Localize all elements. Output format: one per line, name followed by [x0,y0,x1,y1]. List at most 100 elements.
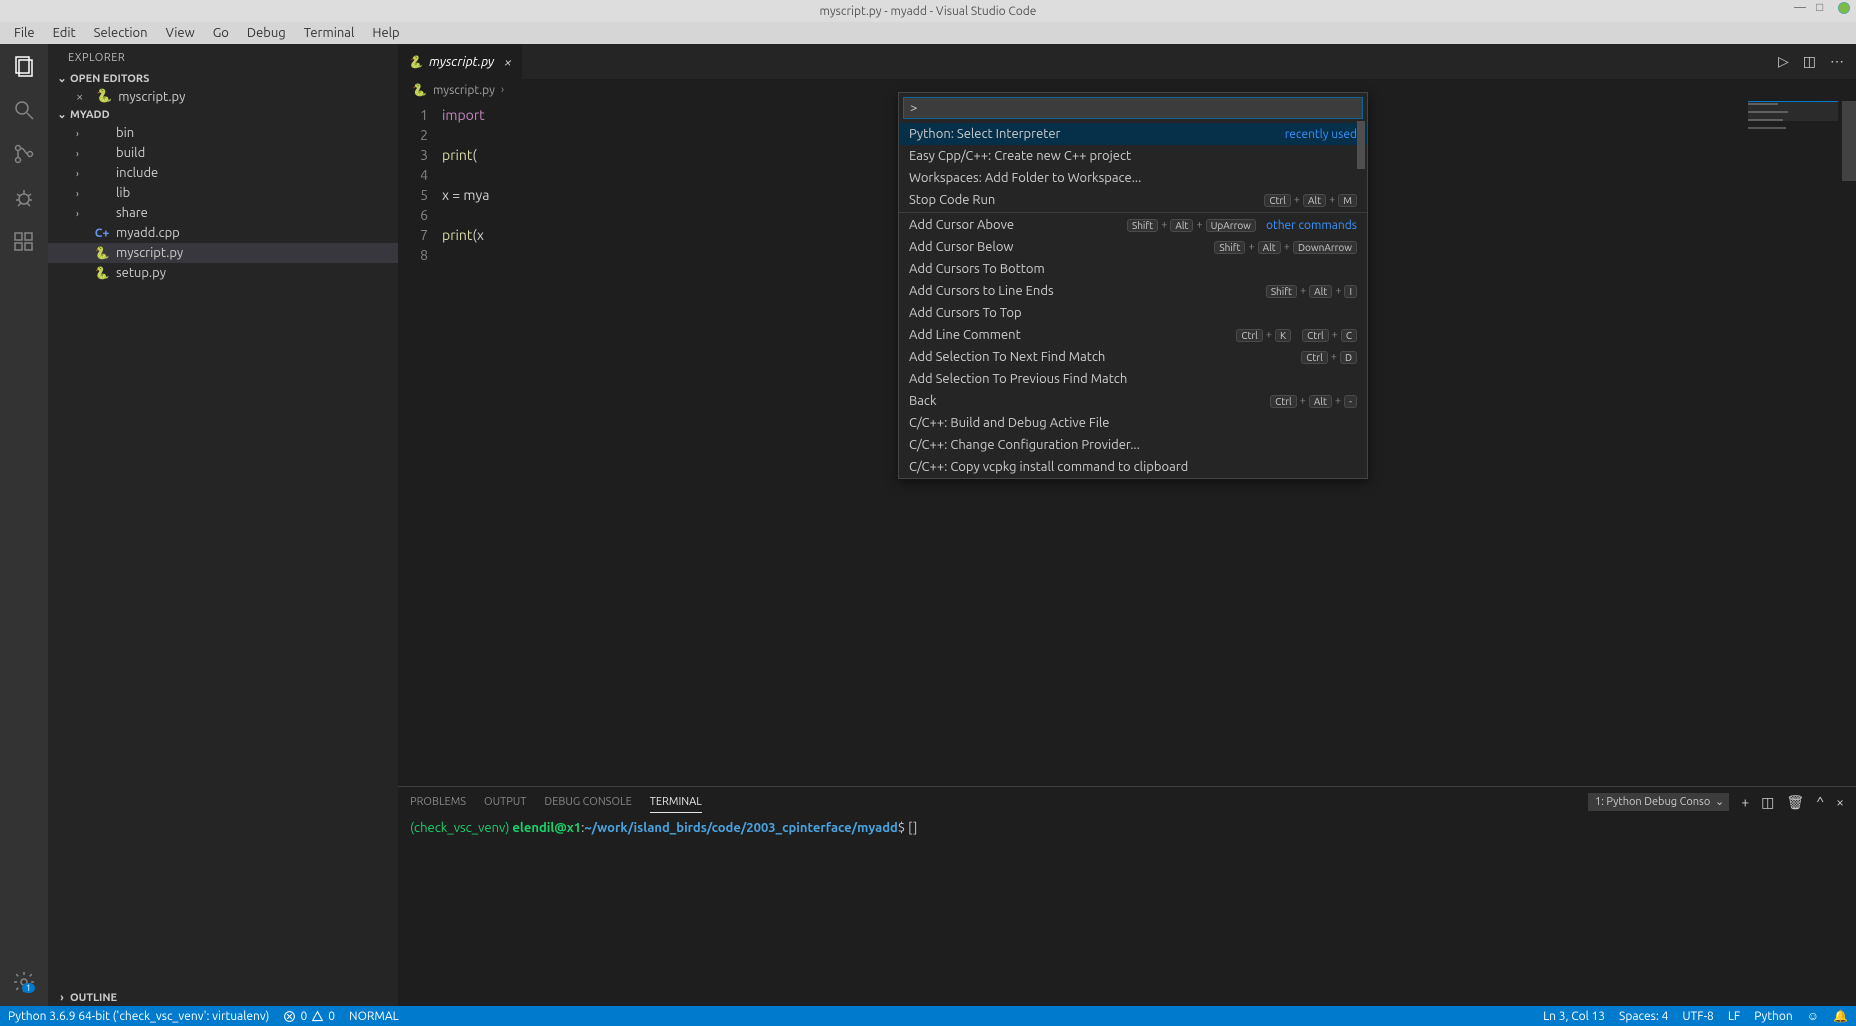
project-header[interactable]: ⌄ MYADD [48,106,398,123]
minimap[interactable] [1748,101,1838,161]
palette-item[interactable]: Workspaces: Add Folder to Workspace... [899,167,1367,189]
tab-close-icon[interactable]: × [504,54,512,70]
settings-icon[interactable]: 1 [10,968,38,996]
python-file-icon: 🐍 [96,89,112,104]
keyboard-shortcut: Ctrl+D [1301,351,1357,364]
terminal-selector[interactable]: 1: Python Debug Conso [1588,793,1729,811]
file-tree-item[interactable]: 🐍myscript.py [48,243,398,263]
palette-item[interactable]: BackCtrl+Alt+- [899,390,1367,412]
file-name: build [116,146,145,160]
palette-item[interactable]: Add Cursors To Top [899,302,1367,324]
minimize-button[interactable]: — [1794,2,1806,14]
activity-bar: 1 [0,44,48,1006]
menu-debug[interactable]: Debug [239,24,294,42]
terminal-cursor: [] [908,821,917,835]
terminal-path: ~/work/island_birds/code/2003_cpinterfac… [584,821,897,835]
folder-icon [94,205,110,221]
menu-terminal[interactable]: Terminal [296,24,363,42]
panel-actions: 1: Python Debug Conso + ◫ 🗑 ^ × [1588,793,1844,811]
palette-item[interactable]: Add Line CommentCtrl+K Ctrl+C [899,324,1367,346]
editor-scrollbar[interactable] [1842,101,1856,786]
menu-view[interactable]: View [158,24,203,42]
panel-tab-terminal[interactable]: TERMINAL [650,792,702,813]
status-vim-mode[interactable]: NORMAL [349,1010,399,1023]
tab-actions: ▷ ◫ ⋯ [1778,44,1856,79]
terminal-host: elendil@x1 [512,821,581,835]
chevron-right-icon: › [76,208,88,219]
extensions-icon[interactable] [10,228,38,256]
command-palette: Python: Select Interpreterrecently usedE… [898,92,1368,479]
new-terminal-icon[interactable]: + [1741,794,1749,810]
close-panel-icon[interactable]: × [1836,794,1844,810]
close-icon[interactable]: × [76,90,90,104]
menu-go[interactable]: Go [205,24,237,42]
search-icon[interactable] [10,96,38,124]
python-file-icon: 🐍 [408,55,423,69]
file-tree-item[interactable]: ›build [48,143,398,163]
code-content[interactable]: importprint(x = myaprint(x [442,101,489,265]
menu-file[interactable]: File [6,24,43,42]
status-bell-icon[interactable]: 🔔 [1833,1009,1848,1023]
tab-myscript[interactable]: 🐍 myscript.py × [398,44,523,79]
open-editors-header[interactable]: ⌄ OPEN EDITORS [48,70,398,87]
terminal[interactable]: (check_vsc_venv) elendil@x1:~/work/islan… [398,817,1856,1006]
split-editor-icon[interactable]: ◫ [1803,53,1816,70]
menu-edit[interactable]: Edit [45,24,84,42]
status-indentation[interactable]: Spaces: 4 [1619,1009,1668,1023]
palette-item[interactable]: Add Selection To Next Find MatchCtrl+D [899,346,1367,368]
file-tree-item[interactable]: ›include [48,163,398,183]
chevron-down-icon: ⌄ [54,108,70,121]
python-file-icon: 🐍 [94,245,110,261]
file-name: lib [116,186,130,200]
statusbar: Python 3.6.9 64-bit ('check_vsc_venv': v… [0,1006,1856,1026]
split-terminal-icon[interactable]: ◫ [1761,794,1774,811]
palette-item[interactable]: C/C++: Build and Debug Active File [899,412,1367,434]
source-control-icon[interactable] [10,140,38,168]
status-encoding[interactable]: UTF-8 [1682,1009,1713,1023]
menu-help[interactable]: Help [364,24,407,42]
panel-tab-debug-console[interactable]: DEBUG CONSOLE [544,792,631,812]
palette-item[interactable]: C/C++: Change Configuration Provider... [899,434,1367,456]
menu-selection[interactable]: Selection [86,24,156,42]
debug-icon[interactable] [10,184,38,212]
status-eol[interactable]: LF [1728,1009,1740,1023]
palette-item[interactable]: Python: Select Interpreterrecently used [899,123,1367,145]
palette-item-label: Back [909,394,937,408]
file-tree-item[interactable]: 🐍setup.py [48,263,398,283]
panel-tab-problems[interactable]: PROBLEMS [410,792,466,812]
status-feedback-icon[interactable]: ☺ [1807,1009,1819,1023]
command-palette-input[interactable] [903,97,1363,119]
panel-tab-output[interactable]: OUTPUT [484,792,526,812]
file-tree-item[interactable]: ›lib [48,183,398,203]
palette-item[interactable]: Easy Cpp/C++: Create new C++ project [899,145,1367,167]
palette-item[interactable]: Add Cursors To Bottom [899,258,1367,280]
outline-header[interactable]: › OUTLINE [48,990,398,1006]
status-cursor-position[interactable]: Ln 3, Col 13 [1543,1009,1605,1023]
file-tree-item[interactable]: C+myadd.cpp [48,223,398,243]
window-title: myscript.py - myadd - Visual Studio Code [820,5,1037,18]
palette-item[interactable]: Add Selection To Previous Find Match [899,368,1367,390]
more-icon[interactable]: ⋯ [1830,53,1844,70]
status-language[interactable]: Python [1754,1009,1793,1023]
palette-item[interactable]: C/C++: Copy vcpkg install command to cli… [899,456,1367,478]
terminal-dollar: $ [898,821,908,835]
palette-scrollbar[interactable] [1357,121,1365,169]
status-problems[interactable]: 0 0 [283,1010,335,1023]
palette-item-label: C/C++: Build and Debug Active File [909,416,1109,430]
maximize-button[interactable]: □ [1816,2,1828,14]
open-editor-item[interactable]: × 🐍 myscript.py [48,87,398,106]
palette-item[interactable]: Stop Code RunCtrl+Alt+M [899,189,1367,211]
file-name: bin [116,126,134,140]
file-tree-item[interactable]: ›bin [48,123,398,143]
palette-hint: other commands [1266,219,1357,232]
explorer-icon[interactable] [10,52,38,80]
trash-icon[interactable]: 🗑 [1786,794,1804,811]
palette-item[interactable]: Add Cursor AboveShift+Alt+UpArrowother c… [899,214,1367,236]
file-tree-item[interactable]: ›share [48,203,398,223]
palette-item[interactable]: Add Cursor BelowShift+Alt+DownArrow [899,236,1367,258]
run-icon[interactable]: ▷ [1778,53,1789,70]
palette-item[interactable]: Add Cursors to Line EndsShift+Alt+I [899,280,1367,302]
close-button[interactable] [1838,2,1850,14]
maximize-panel-icon[interactable]: ^ [1816,794,1824,810]
status-interpreter[interactable]: Python 3.6.9 64-bit ('check_vsc_venv': v… [8,1010,269,1023]
